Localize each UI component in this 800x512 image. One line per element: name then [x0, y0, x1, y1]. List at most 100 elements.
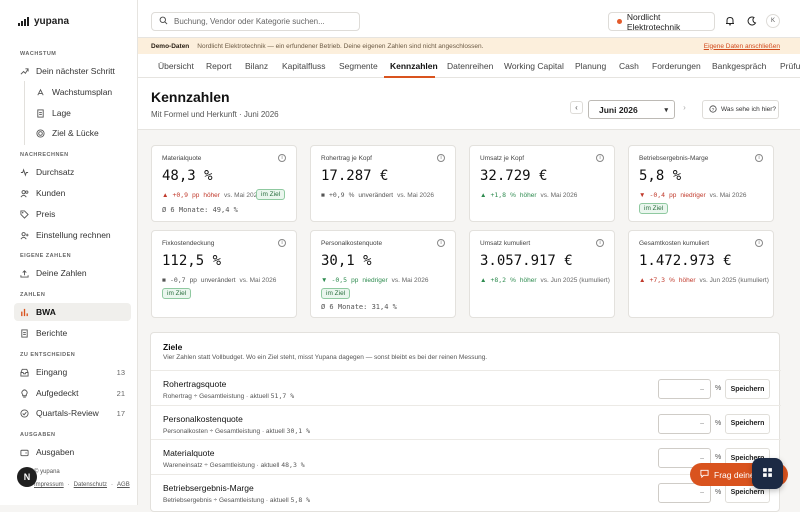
tab-bilanz[interactable]: Bilanz [245, 61, 268, 71]
kpi-card[interactable]: Gesamtkosten kumuliert i 1.472.973 € ▲ +7,3%… [628, 230, 774, 318]
goal-formula: Rohertrag ÷ Gesamtleistung · aktuell 51,… [163, 392, 294, 400]
sidebar-item-wachstumsplan[interactable]: Wachstumsplan [30, 83, 130, 101]
info-icon[interactable]: i [278, 154, 286, 162]
info-icon[interactable]: i [437, 154, 445, 162]
sidebar-item-ausgaben[interactable]: Ausgaben [14, 443, 131, 461]
sidebar-item-deine-zahlen[interactable]: Deine Zahlen [14, 264, 131, 282]
sidebar-item-label: Preis [36, 209, 56, 219]
kpi-card[interactable]: Fixkostendeckung i 112,5 % ■ -0,7 pp unverände… [151, 230, 297, 318]
sidebar-item-kunden[interactable]: Kunden [14, 184, 131, 202]
sidebar-item-eingang[interactable]: Eingang 13 [14, 363, 131, 381]
app-logo[interactable]: yupana [18, 16, 69, 27]
moon-icon[interactable] [746, 15, 758, 27]
next-month-button[interactable]: › [678, 101, 691, 114]
agb-link[interactable]: AGB [117, 482, 130, 488]
user-menu[interactable]: K [766, 14, 780, 28]
info-icon[interactable]: i [596, 239, 604, 247]
delta-unit: pp [192, 191, 200, 199]
lightbulb-icon [20, 388, 29, 398]
tab-pruefung[interactable]: Prüfung [780, 61, 800, 71]
goals-description: Vier Zahlen statt Vollbudget. Wo ein Zie… [163, 354, 488, 361]
wallet-icon [20, 448, 29, 457]
kpi-label: Umsatz kumuliert [480, 240, 531, 247]
trend-arrow-icon: ▲ [639, 276, 646, 284]
chevron-down-icon: ▾ [664, 106, 668, 114]
tab-bankgespraech[interactable]: Bankgespräch [712, 61, 766, 71]
help-label: Was sehe ich hier? [721, 106, 777, 113]
demo-banner: Demo-Daten Nordlicht Elektrotechnik — ei… [138, 38, 800, 54]
help-button[interactable]: ? Was sehe ich hier? [702, 100, 779, 119]
goal-input[interactable]: – [658, 413, 711, 434]
chat-icon [700, 469, 709, 480]
tab-uebersicht[interactable]: Übersicht [158, 61, 194, 71]
delta-unit: pp [189, 276, 197, 284]
sidebar-item-label: Aufgedeckt [36, 388, 79, 398]
section-eigene: EIGENE ZAHLEN [20, 253, 72, 259]
inbox-icon [20, 368, 29, 377]
delta-value: +1,8 [490, 191, 507, 199]
sidebar-item-bwa[interactable]: BWA [14, 303, 131, 321]
kpi-card[interactable]: Betriebsergebnis-Marge i 5,8 % ▼ -0,4 pp niedr… [628, 145, 774, 222]
connect-data-link[interactable]: Eigene Daten anschließen [704, 43, 780, 50]
sidebar-item-label: Lage [52, 108, 71, 118]
percent-unit: % [715, 454, 722, 461]
sidebar-item-preis[interactable]: Preis [14, 205, 131, 223]
delta-value: +0,9 [172, 191, 189, 199]
info-icon[interactable]: i [596, 154, 604, 162]
tab-planung[interactable]: Planung [575, 61, 606, 71]
kpi-card[interactable]: Materialquote i 48,3 % ▲ +0,9 pp höher vs. Mai … [151, 145, 297, 222]
sidebar-item-lage[interactable]: Lage [30, 104, 130, 122]
company-switcher[interactable]: Nordlicht Elektrotechnik [608, 12, 715, 32]
delta-direction: höher [519, 276, 537, 284]
month-select[interactable]: Juni 2026 ▾ [588, 100, 675, 119]
save-button[interactable]: Speichern [725, 379, 770, 399]
info-icon[interactable]: i [755, 154, 763, 162]
apps-grid-button[interactable] [752, 458, 783, 489]
bell-icon[interactable] [724, 15, 736, 27]
search-input[interactable]: Buchung, Vendor oder Kategorie suchen... [151, 12, 360, 31]
kpi-card[interactable]: Personalkostenquote i 30,1 % ▼ -0,5 pp niedrig… [310, 230, 456, 318]
info-icon[interactable]: i [437, 239, 445, 247]
sidebar-item-ziel[interactable]: Ziel & Lücke [30, 124, 130, 142]
page-subtitle: Mit Formel und Herkunft · Juni 2026 [151, 110, 279, 119]
impressum-link[interactable]: Impressum [34, 482, 64, 488]
delta-direction: höher [519, 191, 537, 199]
kpi-label: Materialquote [162, 155, 202, 162]
topbar: Buchung, Vendor oder Kategorie suchen...… [138, 0, 800, 38]
tab-cash[interactable]: Cash [619, 61, 639, 71]
info-icon[interactable]: i [755, 239, 763, 247]
goal-name: Materialquote [163, 448, 215, 458]
goal-input[interactable]: – [658, 379, 711, 399]
goals-panel: Ziele Vier Zahlen statt Vollbudget. Wo e… [150, 332, 781, 512]
tab-kennzahlen[interactable]: Kennzahlen [390, 61, 438, 71]
sidebar-item-einstellung[interactable]: Einstellung rechnen [14, 226, 131, 244]
kpi-card[interactable]: Rohertrag je Kopf i 17.287 € ■ +0,9% unveränd… [310, 145, 456, 222]
tab-report[interactable]: Report [206, 61, 232, 71]
tab-datenreihen[interactable]: Datenreihen [447, 61, 493, 71]
upload-icon [20, 269, 29, 278]
sidebar-item-berichte[interactable]: Berichte [14, 324, 131, 342]
sidebar-item-label: Durchsatz [36, 167, 75, 177]
sidebar-item-durchsatz[interactable]: Durchsatz [14, 163, 131, 181]
tab-working-capital[interactable]: Working Capital [504, 61, 564, 71]
sidebar-item-schritt[interactable]: Dein nächster Schritt [14, 62, 131, 80]
kpi-card[interactable]: Umsatz je Kopf i 32.729 € ▲ +1,8% höher vs. Ma… [469, 145, 615, 222]
tab-forderungen[interactable]: Forderungen [652, 61, 701, 71]
sidebar-item-label: Deine Zahlen [36, 268, 87, 278]
tab-segmente[interactable]: Segmente [339, 61, 378, 71]
status-badge: im Ziel [639, 203, 669, 214]
sidebar-item-quartal[interactable]: Quartals-Review 17 [14, 404, 131, 422]
sidebar-item-aufgedeckt[interactable]: Aufgedeckt 21 [14, 384, 131, 402]
sidebar: yupana WACHSTUM Dein nächster Schritt Wa… [0, 0, 138, 505]
prev-month-button[interactable]: ‹ [570, 101, 583, 114]
info-icon[interactable]: i [278, 239, 286, 247]
avatar[interactable]: N [17, 467, 37, 487]
report-icon [20, 328, 29, 338]
footer-brand: © yupana [34, 469, 60, 475]
save-button[interactable]: Speichern [725, 413, 770, 434]
tab-kapitalfluss[interactable]: Kapitalfluss [282, 61, 325, 71]
kpi-card[interactable]: Umsatz kumuliert i 3.057.917 € ▲ +8,2% höher v… [469, 230, 615, 318]
delta-comparison: vs. Mai 2026 [391, 276, 429, 284]
goal-formula-text: Rohertrag ÷ Gesamtleistung · aktuell [163, 393, 269, 400]
datenschutz-link[interactable]: Datenschutz [74, 482, 107, 488]
